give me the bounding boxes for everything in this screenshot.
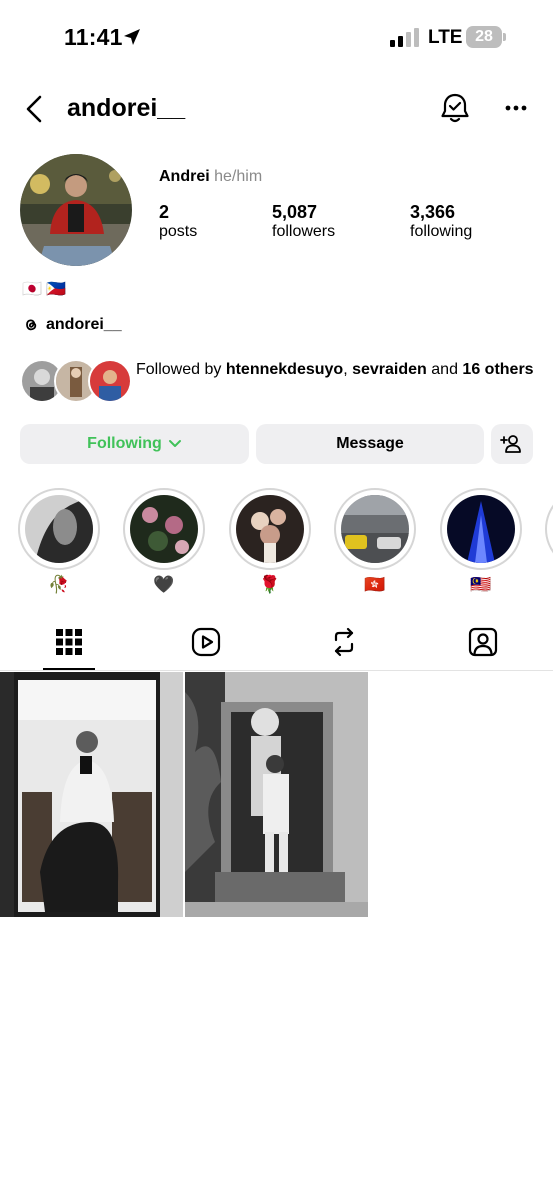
tagged-icon[interactable] — [467, 626, 499, 658]
status-time: 11:41 — [64, 24, 123, 50]
profile-avatar[interactable] — [20, 154, 132, 266]
story-highlight[interactable] — [229, 488, 311, 570]
posts-count: 2 — [159, 202, 170, 222]
pronouns: he/him — [214, 168, 263, 185]
highlight-label: 🌹 — [259, 575, 281, 594]
followers-count: 5,087 — [272, 202, 318, 222]
threads-icon — [26, 319, 37, 331]
display-name: Andrei he/him — [159, 168, 263, 185]
chevron-down-icon — [168, 440, 181, 447]
post-thumbnail[interactable] — [185, 672, 368, 917]
signal-icon — [390, 28, 419, 47]
story-highlight[interactable] — [123, 488, 205, 570]
posts-label: posts — [159, 223, 198, 240]
header-username: andorei__ — [67, 94, 186, 122]
following-stat[interactable]: 3,366 following — [410, 202, 472, 241]
mutual-followers-avatars[interactable] — [20, 359, 132, 403]
story-highlight-partial[interactable] — [545, 488, 553, 570]
post-image-mirror-selfie — [0, 672, 183, 917]
more-options-icon[interactable] — [502, 98, 530, 118]
highlight-label: 🇭🇰 — [364, 575, 386, 594]
add-person-icon — [500, 435, 521, 453]
back-chevron-icon[interactable] — [22, 94, 48, 124]
story-highlight[interactable] — [440, 488, 522, 570]
highlight-label: 🥀 — [48, 575, 70, 594]
suggested-people-button[interactable] — [491, 424, 533, 464]
followers-label: followers — [272, 223, 336, 240]
following-button[interactable]: Following — [20, 424, 249, 464]
message-label: Message — [336, 435, 404, 452]
reels-icon[interactable] — [190, 626, 222, 658]
threads-handle: andorei__ — [46, 316, 122, 333]
post-image-childhood-photo — [185, 672, 368, 917]
mutual-avatar — [88, 359, 132, 403]
threads-link[interactable]: andorei__ — [22, 316, 122, 334]
battery-cap — [503, 33, 506, 41]
followers-stat[interactable]: 5,087 followers — [272, 202, 335, 241]
story-highlight[interactable] — [18, 488, 100, 570]
followed-by-text[interactable]: Followed by htennekdesuyo, sevraiden and… — [136, 359, 536, 380]
tab-divider — [0, 670, 553, 671]
highlight-label: 🇲🇾 — [470, 575, 492, 594]
location-arrow-icon — [124, 29, 140, 45]
avatar-photo — [20, 154, 132, 266]
message-button[interactable]: Message — [256, 424, 484, 464]
posts-stat[interactable]: 2 posts — [159, 202, 197, 241]
following-count: 3,366 — [410, 202, 456, 222]
network-label: LTE — [428, 27, 463, 48]
following-label: Following — [87, 435, 162, 452]
bio-flags: 🇯🇵 🇵🇭 — [22, 281, 67, 298]
post-thumbnail[interactable] — [0, 672, 183, 917]
notification-bell-check-icon[interactable] — [440, 92, 470, 124]
following-label: following — [410, 223, 473, 240]
highlight-label: 🖤 — [153, 575, 175, 594]
grid-icon[interactable] — [53, 626, 85, 658]
battery-level: 28 — [475, 28, 493, 45]
reposts-icon[interactable] — [328, 626, 360, 658]
story-highlight[interactable] — [334, 488, 416, 570]
